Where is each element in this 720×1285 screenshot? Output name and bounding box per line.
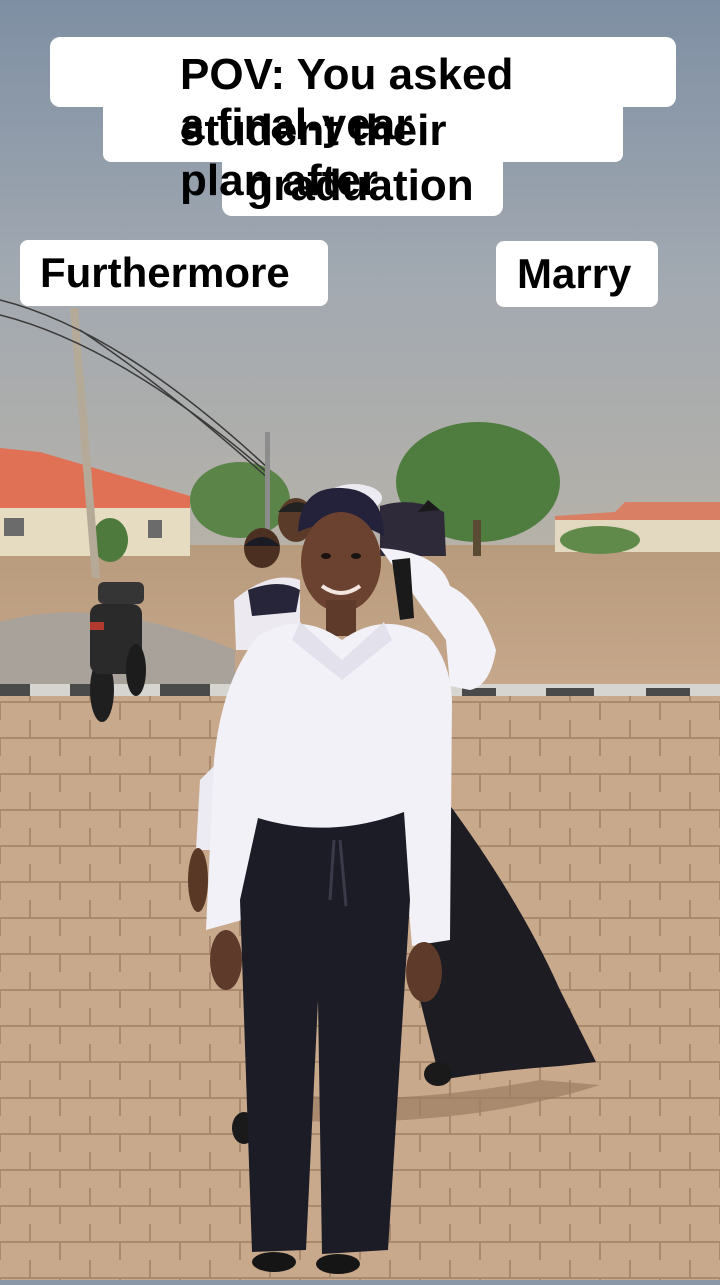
caption-line-3: graduation — [246, 161, 474, 210]
label-right: Marry — [517, 250, 632, 297]
label-left-box: Furthermore — [20, 240, 328, 306]
label-right-box: Marry — [496, 241, 658, 307]
label-left: Furthermore — [40, 249, 290, 296]
